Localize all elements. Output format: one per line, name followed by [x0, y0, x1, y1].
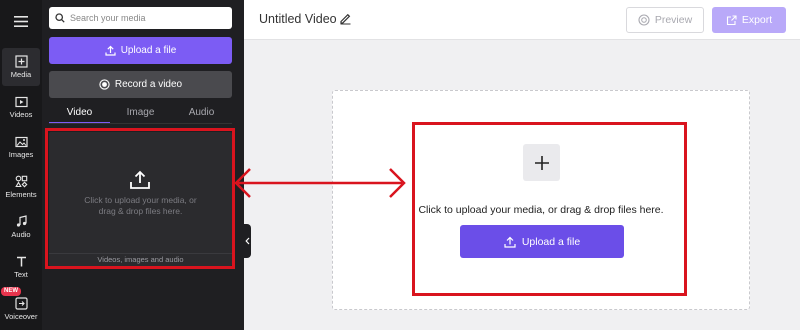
menu-icon[interactable]: [0, 6, 42, 36]
highlight-box-left: [45, 128, 235, 269]
upload-file-label: Upload a file: [120, 45, 177, 56]
upload-icon: [105, 45, 116, 56]
rail-item-videos[interactable]: Videos: [2, 88, 40, 126]
voiceover-icon: [14, 297, 28, 310]
top-bar: Untitled Video Preview Export: [244, 0, 800, 40]
elements-icon: [14, 175, 27, 188]
preview-button[interactable]: Preview: [626, 7, 704, 33]
rail-label: Videos: [9, 109, 33, 119]
search-icon: [55, 13, 65, 23]
preview-label: Preview: [654, 14, 693, 26]
tabs-divider: [49, 123, 232, 124]
pencil-icon[interactable]: [339, 12, 352, 25]
upload-file-button[interactable]: Upload a file: [49, 37, 232, 64]
rail-item-text[interactable]: Text: [2, 248, 40, 286]
project-title[interactable]: Untitled Video: [259, 12, 337, 26]
rail-label: Elements: [5, 190, 37, 199]
export-icon: [726, 14, 737, 25]
export-label: Export: [741, 14, 773, 26]
rail-item-images[interactable]: Images: [2, 128, 40, 166]
tab-video[interactable]: Video: [49, 106, 110, 124]
double-arrow-annotation: [234, 168, 406, 198]
rail-label: Voiceover: [4, 312, 38, 321]
tab-image[interactable]: Image: [110, 106, 171, 124]
play-circle-icon: [638, 14, 650, 26]
media-icon: [14, 55, 28, 68]
highlight-box-right: [412, 122, 687, 296]
collapse-panel-handle[interactable]: [244, 224, 251, 258]
chevron-left-icon: [245, 237, 250, 245]
tab-audio[interactable]: Audio: [171, 106, 232, 124]
record-video-label: Record a video: [114, 79, 183, 90]
rail-item-elements[interactable]: Elements: [2, 168, 40, 206]
record-icon: [99, 79, 110, 90]
rail-label: Audio: [11, 230, 31, 239]
export-button[interactable]: Export: [712, 7, 786, 33]
text-icon: [16, 256, 26, 267]
audio-icon: [16, 215, 27, 227]
new-badge: NEW: [1, 287, 21, 296]
rail-item-media[interactable]: Media: [2, 48, 40, 86]
rail-item-audio[interactable]: Audio: [2, 208, 40, 246]
record-video-button[interactable]: Record a video: [49, 71, 232, 98]
rail-label: Text: [14, 270, 28, 279]
rail-label: Media: [10, 70, 32, 79]
search-box[interactable]: [49, 7, 232, 29]
left-rail: Media Videos Images Elements Audio Text …: [0, 0, 42, 330]
videos-icon: [14, 96, 28, 107]
images-icon: [14, 136, 28, 147]
rail-label: Images: [8, 149, 34, 159]
media-tabs: Video Image Audio: [49, 106, 232, 124]
search-input[interactable]: [70, 13, 220, 23]
